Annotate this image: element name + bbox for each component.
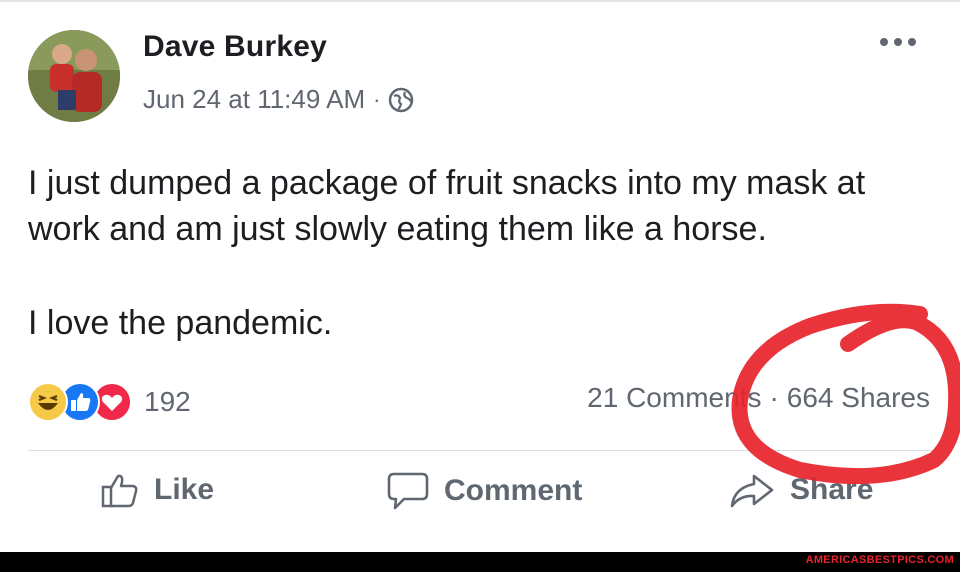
site-watermark: AMERICASBESTPICS.COM (805, 554, 954, 566)
post-meta: Jun 24 at 11:49 AM · (143, 84, 414, 115)
share-button[interactable]: Share (728, 470, 873, 510)
reactions-summary[interactable]: 192 (28, 382, 191, 422)
post-timestamp[interactable]: Jun 24 at 11:49 AM (143, 84, 365, 115)
shares-count-link[interactable]: 664 Shares (787, 382, 930, 414)
author-name[interactable]: Dave Burkey (143, 30, 327, 64)
comment-bubble-icon (387, 472, 429, 510)
top-divider (0, 0, 960, 2)
thumbs-up-icon (101, 474, 138, 508)
reaction-count: 192 (144, 386, 191, 417)
like-button[interactable]: Like (100, 470, 214, 510)
share-arrow-icon (730, 474, 774, 508)
footer-bar: AMERICASBESTPICS.COM (0, 552, 960, 572)
meta-separator: · (373, 86, 381, 112)
avatar[interactable] (28, 30, 120, 122)
action-bar: Like Comment Share (0, 470, 960, 534)
engagement-stats: 21 Comments · 664 Shares (587, 382, 930, 414)
facebook-post: Dave Burkey Jun 24 at 11:49 AM · I just … (0, 0, 960, 552)
post-body-paragraph: I love the pandemic. (28, 304, 333, 342)
comments-count-link[interactable]: 21 Comments (587, 382, 761, 414)
like-label: Like (154, 473, 215, 506)
haha-reaction-icon (28, 382, 68, 422)
post-body: I just dumped a package of fruit snacks … (28, 160, 928, 346)
share-label: Share (790, 473, 874, 506)
comment-label: Comment (444, 474, 583, 507)
globe-icon (388, 87, 414, 113)
stats-separator: · (769, 382, 779, 413)
post-body-paragraph: I just dumped a package of fruit snacks … (28, 164, 866, 248)
actions-divider (28, 450, 932, 451)
more-options-icon[interactable] (880, 38, 916, 46)
comment-button[interactable]: Comment (386, 470, 582, 512)
